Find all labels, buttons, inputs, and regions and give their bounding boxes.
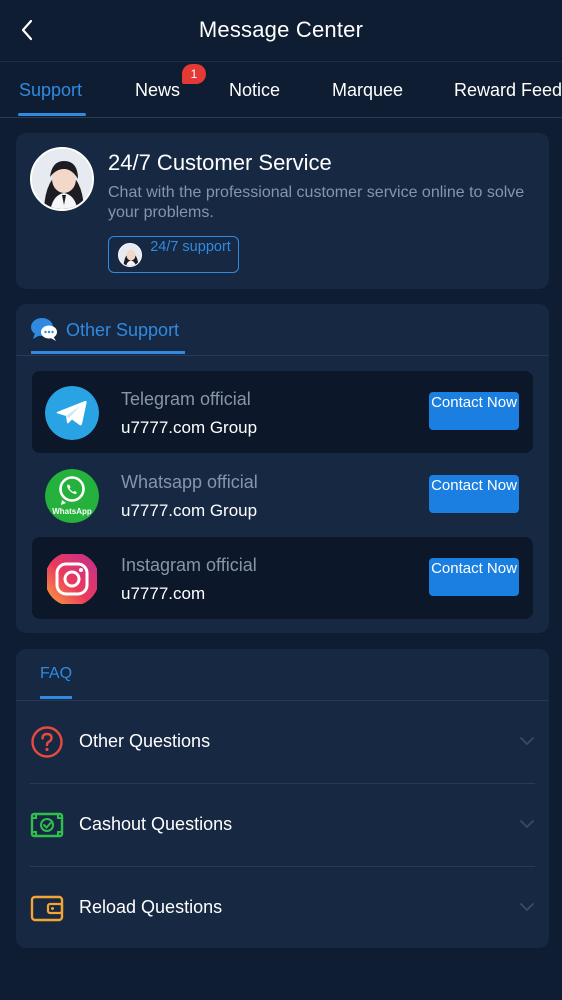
support-avatar-icon (118, 243, 142, 267)
other-support-card: Other Support Telegram official u7777.co… (16, 304, 549, 633)
active-tab-indicator (18, 113, 86, 116)
support-row-whatsapp: WhatsApp Whatsapp official u7777.com Gro… (32, 454, 533, 536)
customer-service-description: Chat with the professional customer serv… (108, 184, 525, 221)
support-name: Instagram official (121, 555, 257, 575)
customer-service-title: 24/7 Customer Service (108, 150, 332, 175)
tab-marquee[interactable]: Marquee (332, 80, 403, 101)
faq-item-reload-questions[interactable]: Reload Questions (30, 867, 535, 949)
page-title: Message Center (198, 17, 364, 42)
support-chat-button-label: 24/7 support (150, 239, 231, 255)
top-bar: Message Center (0, 0, 562, 62)
customer-service-card: 24/7 Customer Service Chat with the prof… (16, 133, 549, 289)
support-name: Whatsapp official (121, 472, 258, 492)
support-row-instagram: Instagram official u7777.com Contact Now (32, 537, 533, 619)
news-unread-badge: 1 (182, 64, 206, 84)
question-icon (31, 726, 63, 758)
telegram-icon (45, 386, 99, 440)
contact-now-button[interactable]: Contact Now (429, 558, 519, 596)
faq-item-label: Reload Questions (79, 897, 223, 917)
tab-support[interactable]: Support (19, 80, 82, 101)
support-name: Telegram official (121, 389, 251, 409)
svg-text:WhatsApp: WhatsApp (52, 507, 92, 516)
chevron-down-icon (520, 737, 534, 746)
contact-now-button[interactable]: Contact Now (429, 475, 519, 513)
faq-item-cashout-questions[interactable]: Cashout Questions (30, 784, 535, 866)
faq-tab-underline (40, 696, 72, 699)
support-row-telegram: Telegram official u7777.com Group Contac… (32, 371, 533, 453)
faq-item-label: Other Questions (79, 731, 211, 751)
faq-tab[interactable]: FAQ (40, 665, 72, 683)
wallet-icon (30, 895, 64, 922)
support-group: u7777.com (121, 584, 206, 603)
divider (16, 355, 549, 356)
chat-bubbles-icon (31, 318, 57, 341)
tab-notice[interactable]: Notice (229, 80, 280, 101)
whatsapp-icon: WhatsApp (45, 469, 99, 523)
tab-bar: Support News Notice Marquee Reward Feed (0, 62, 562, 118)
contact-now-button[interactable]: Contact Now (429, 392, 519, 430)
support-group: u7777.com Group (121, 418, 258, 437)
tab-news[interactable]: News (135, 80, 180, 101)
support-chat-button[interactable]: 24/7 support (108, 236, 239, 273)
faq-card: FAQ Other Questions Cashout Questions Re… (16, 649, 549, 948)
other-support-underline (31, 351, 185, 354)
tab-reward-feed[interactable]: Reward Feed (454, 80, 562, 101)
support-group: u7777.com Group (121, 501, 258, 520)
instagram-icon (47, 554, 97, 604)
faq-item-other-questions[interactable]: Other Questions (30, 701, 535, 783)
faq-item-label: Cashout Questions (79, 814, 233, 834)
cash-icon (30, 812, 64, 838)
chevron-down-icon (520, 903, 534, 912)
other-support-title: Other Support (66, 320, 180, 340)
customer-service-avatar (30, 147, 94, 211)
chevron-down-icon (520, 820, 534, 829)
